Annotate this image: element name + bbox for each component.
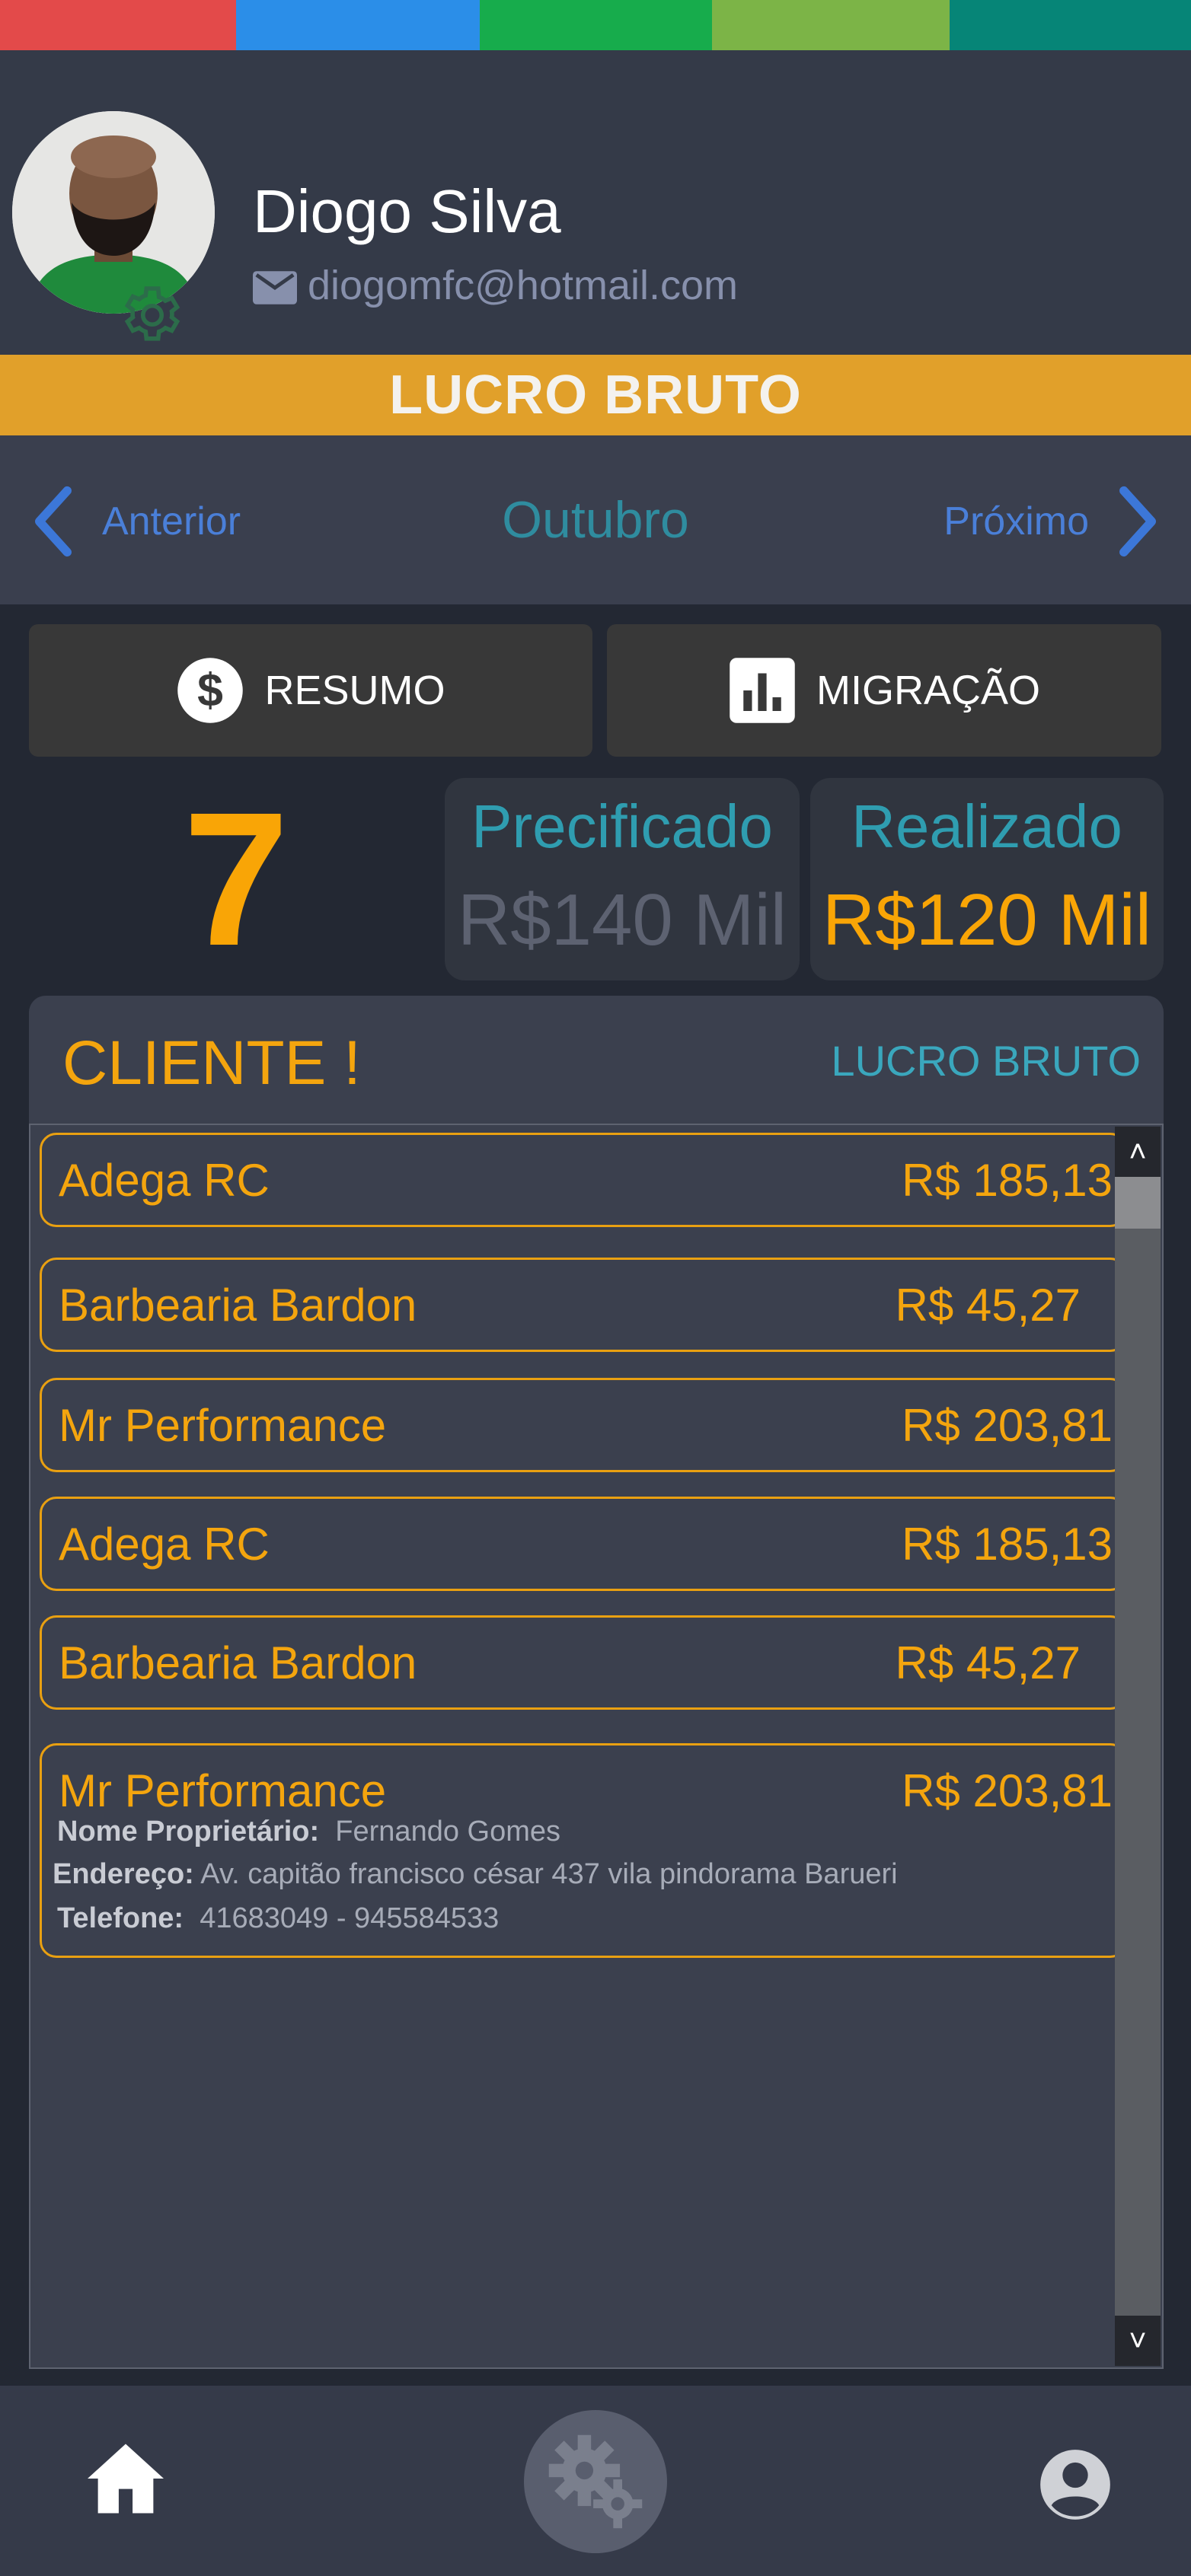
strip-blue — [236, 0, 480, 50]
phone-detail: Telefone: 41683049 - 945584533 — [57, 1902, 499, 1935]
panel-column-label: LUCRO BRUTO — [831, 1037, 1141, 1085]
client-name: Adega RC — [59, 1519, 270, 1570]
client-value: R$ 203,81 — [902, 1400, 1113, 1451]
strip-lime — [712, 0, 950, 50]
strip-teal — [950, 0, 1191, 50]
title-bar: LUCRO BRUTO — [0, 355, 1191, 435]
client-name: Barbearia Bardon — [59, 1280, 417, 1331]
realizado-title: Realizado — [851, 792, 1122, 860]
phone-label: Telefone: — [57, 1902, 184, 1934]
user-email: diogomfc@hotmail.com — [308, 263, 739, 308]
client-name: Mr Performance — [59, 1765, 387, 1816]
scroll-up-button[interactable]: ˄ — [1115, 1127, 1161, 1177]
list-item[interactable]: Barbearia Bardon R$ 45,27 — [40, 1258, 1127, 1352]
user-name: Diogo Silva — [253, 177, 561, 245]
mail-icon — [253, 271, 297, 304]
user-photo — [12, 111, 215, 314]
next-month-button[interactable]: Próximo — [944, 480, 1161, 563]
gear-icon[interactable] — [120, 283, 184, 347]
svg-text:$: $ — [198, 664, 224, 716]
strip-green — [480, 0, 712, 50]
client-value: R$ 185,13 — [902, 1519, 1113, 1570]
settings-button[interactable] — [524, 2410, 667, 2553]
precificado-value: R$140 Mil — [457, 879, 787, 961]
clients-panel: CLIENTE ! LUCRO BRUTO Adega RC R$ 185,13… — [29, 996, 1164, 2369]
color-strip — [0, 0, 1191, 50]
gears-icon — [548, 2434, 643, 2529]
precificado-title: Precificado — [471, 792, 773, 860]
precificado-card: Precificado R$140 Mil — [445, 778, 800, 980]
panel-title: CLIENTE ! — [62, 1028, 361, 1098]
list-item-expanded[interactable]: Mr Performance R$ 203,81 Nome Proprietár… — [40, 1743, 1127, 1958]
month-navigation: Anterior Outubro Próximo — [0, 435, 1191, 604]
dollar-icon: $ — [177, 658, 244, 723]
address-value: Av. capitão francisco césar 437 vila pin… — [200, 1858, 898, 1890]
owner-detail: Nome Proprietário: Fernando Gomes — [57, 1816, 560, 1848]
tab-migracao[interactable]: MIGRAÇÃO — [607, 624, 1161, 757]
scroll-down-button[interactable]: ˅ — [1115, 2316, 1161, 2366]
client-value: R$ 203,81 — [902, 1765, 1113, 1816]
list-item[interactable]: Adega RC R$ 185,13 — [40, 1133, 1127, 1227]
address-label: Endereço: — [53, 1858, 194, 1890]
page-title: LUCRO BRUTO — [389, 365, 802, 426]
account-circle-icon[interactable] — [1037, 2447, 1113, 2523]
address-detail: Endereço: Av. capitão francisco césar 43… — [53, 1858, 898, 1891]
tab-resumo[interactable]: $ RESUMO — [29, 624, 592, 757]
realizado-value: R$120 Mil — [822, 879, 1152, 961]
scroll-thumb[interactable] — [1115, 1177, 1161, 1229]
list-item[interactable]: Barbearia Bardon R$ 45,27 — [40, 1615, 1127, 1710]
home-icon[interactable] — [84, 2441, 168, 2517]
list-item[interactable]: Mr Performance R$ 203,81 — [40, 1378, 1127, 1472]
client-value: R$ 45,27 — [895, 1280, 1081, 1331]
chevron-right-icon — [1119, 486, 1157, 557]
client-name: Mr Performance — [59, 1400, 387, 1451]
bottom-navigation — [0, 2386, 1191, 2576]
client-name: Barbearia Bardon — [59, 1637, 417, 1688]
list-item[interactable]: Adega RC R$ 185,13 — [40, 1497, 1127, 1591]
bar-chart-icon — [730, 658, 795, 723]
strip-red — [0, 0, 236, 50]
scrollbar[interactable]: ˄ ˅ — [1115, 1127, 1161, 2366]
scroll-track[interactable] — [1115, 1177, 1161, 2316]
tab-resumo-label: RESUMO — [264, 668, 445, 713]
client-value: R$ 185,13 — [902, 1155, 1113, 1206]
tab-migracao-label: MIGRAÇÃO — [816, 668, 1041, 713]
next-month-label: Próximo — [944, 499, 1089, 544]
client-list[interactable]: Adega RC R$ 185,13 Barbearia Bardon R$ 4… — [29, 1124, 1164, 2369]
avatar[interactable] — [12, 111, 215, 314]
profile-header: Diogo Silva diogomfc@hotmail.com — [0, 50, 1191, 355]
client-value: R$ 45,27 — [895, 1637, 1081, 1688]
phone-value: 41683049 - 945584533 — [200, 1902, 500, 1934]
realizado-card: Realizado R$120 Mil — [810, 778, 1164, 980]
owner-value: Fernando Gomes — [335, 1816, 561, 1848]
owner-label: Nome Proprietário: — [57, 1816, 320, 1848]
client-name: Adega RC — [59, 1155, 270, 1206]
client-count: 7 — [183, 773, 289, 985]
